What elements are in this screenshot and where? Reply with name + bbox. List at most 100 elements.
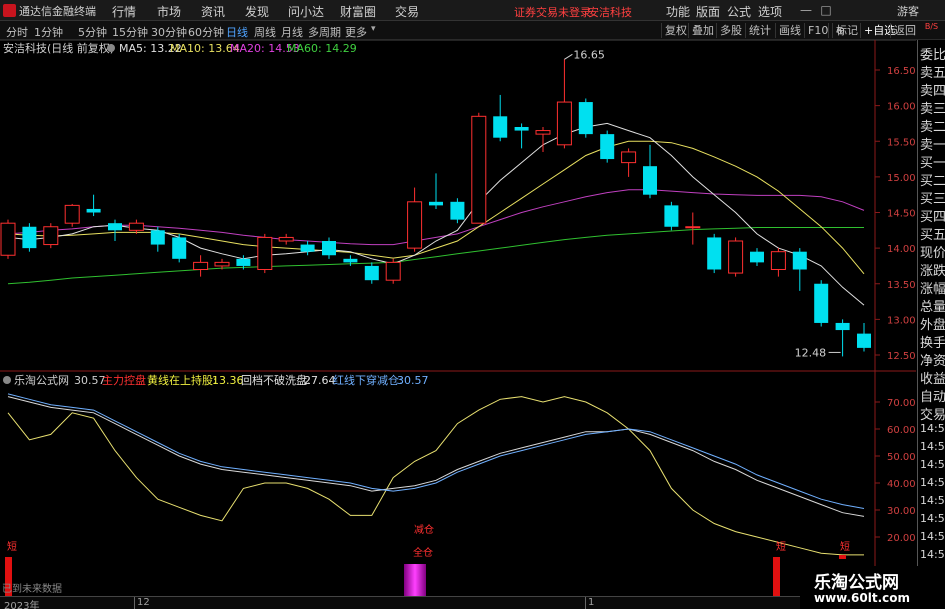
back-button[interactable]: 返回 [890, 23, 919, 38]
chart-svg[interactable]: 安洁科技(日线 前复权) MA5: 13.22 MA10: 13.64 MA20… [0, 39, 916, 596]
sidebar-item: 涨跌 [920, 264, 945, 279]
candle-body-up [214, 261, 230, 267]
indicator-blue-line [7, 393, 865, 509]
fuquan-button[interactable]: 复权 [661, 23, 690, 38]
period-30min[interactable]: 30分钟 [151, 24, 187, 40]
trade-login-notice[interactable]: 证券交易未登录 [514, 4, 591, 20]
sidebar-item: 14:56 [920, 422, 945, 435]
period-daily[interactable]: 日线 [226, 24, 248, 40]
candle-body-up [407, 201, 423, 249]
menu-zixun[interactable]: 资讯 [201, 3, 225, 20]
price-tick-label: 12.50 [887, 351, 916, 362]
period-weekly[interactable]: 周线 [254, 24, 276, 40]
candle-body-down [150, 230, 165, 245]
biaoji-button[interactable]: 标记 [832, 23, 861, 38]
candle-body-down [22, 226, 37, 249]
indicator-y-axis: 70.00 60.00 50.00 40.00 30.00 20.00 [875, 398, 916, 544]
menu-bar: 通达信金融终端 行情 市场 资讯 发现 问小达 财富圈 交易 证券交易未登录 安… [0, 0, 945, 21]
menu-shichang[interactable]: 市场 [157, 3, 181, 20]
ma-lines [7, 122, 865, 306]
bs-badge[interactable]: B/S [918, 22, 945, 40]
period-monthly[interactable]: 月线 [281, 24, 303, 40]
indicator-blue-value: 30.57 [397, 374, 429, 387]
huaxian-button[interactable]: 画线 [775, 23, 804, 38]
period-5min[interactable]: 5分钟 [78, 24, 107, 40]
watermark: 乐淘公式网 www.60lt.com [800, 566, 945, 609]
candle-body-down [707, 237, 722, 270]
period-multi[interactable]: 多周期 [308, 24, 341, 40]
guest-label[interactable]: 游客 [897, 3, 919, 19]
sidebar-item: 外盘 [920, 318, 945, 333]
menu-gongshi[interactable]: 公式 [727, 3, 751, 20]
settings-gear-icon[interactable] [107, 44, 115, 52]
sidebar-item: 交易 [920, 408, 945, 423]
menu-faxian[interactable]: 发现 [245, 3, 269, 20]
tongji-button[interactable]: 统计 [745, 23, 774, 38]
price-tick-label: 13.00 [887, 315, 916, 326]
price-tick-label: 15.00 [887, 173, 916, 184]
full-position-bar [404, 564, 426, 596]
duogu-button[interactable]: 多股 [716, 23, 745, 38]
period-1min[interactable]: 1分钟 [34, 24, 63, 40]
candle-body-up [0, 222, 16, 256]
candle-body-down [792, 251, 807, 270]
indicator-tick-label: 40.00 [887, 479, 916, 490]
sidebar-item: 净资 [920, 354, 945, 369]
menu-wenxiaoda[interactable]: 问小达 [288, 3, 324, 20]
period-more[interactable]: 更多 [345, 24, 367, 40]
high-low-labels: 16.65 12.48 [564, 48, 841, 359]
high-arrow [564, 53, 573, 60]
period-15min[interactable]: 15分钟 [112, 24, 148, 40]
sidebar-item: 换手 [920, 336, 945, 351]
menu-hangqing[interactable]: 行情 [112, 3, 136, 20]
indicator-tick-label: 60.00 [887, 425, 916, 436]
menu-gongneng[interactable]: 功能 [666, 3, 690, 20]
indicator-settings-icon[interactable] [3, 376, 11, 384]
minimize-icon[interactable]: — [798, 2, 814, 18]
candle-body-down [450, 201, 465, 220]
date-year-label: 2023年 [4, 601, 40, 609]
candle-body-down [857, 333, 871, 348]
date-axis: 2023年 12 1 [0, 596, 916, 609]
candle-body-down [343, 258, 358, 263]
menu-banmian[interactable]: 版面 [696, 3, 720, 20]
date-month-12: 12 [137, 597, 150, 608]
sidebar-item: 14:56 [920, 458, 945, 471]
candle-body-up [621, 151, 637, 164]
sidebar-item: 自动 [920, 390, 945, 405]
candle-body-down [493, 116, 508, 138]
price-y-axis: 16.50 16.00 15.50 15.00 14.50 14.00 13.50 13.00… [875, 66, 916, 362]
sidebar-item: 卖四 [920, 84, 945, 99]
candle-body-up [770, 251, 786, 270]
price-header: 安洁科技(日线 前复权) MA5: 13.22 MA10: 13.64 MA20… [3, 41, 357, 55]
price-tick-label: 15.50 [887, 137, 916, 148]
diejia-button[interactable]: 叠加 [688, 23, 717, 38]
more-chevron-icon[interactable]: ▾ [371, 24, 376, 34]
period-60min[interactable]: 60分钟 [188, 24, 224, 40]
period-fenshi[interactable]: 分时 [6, 24, 28, 40]
sidebar-item: 买三 [920, 192, 945, 207]
date-tick-1 [134, 597, 135, 609]
menu-jiaoyi[interactable]: 交易 [395, 3, 419, 20]
price-tick-label: 16.50 [887, 66, 916, 77]
sidebar-item: 收益 [920, 372, 945, 387]
price-tick-label: 14.50 [887, 209, 916, 220]
indicator-value: 30.57 [74, 374, 106, 387]
candle-body-down [429, 201, 443, 206]
candle-body-down [364, 265, 379, 281]
short-signal-bar-3 [839, 555, 846, 559]
sidebar-item: 买四 [920, 210, 945, 225]
candle-body-down [835, 322, 850, 331]
chart-area[interactable]: 安洁科技(日线 前复权) MA5: 13.22 MA10: 13.64 MA20… [0, 39, 916, 596]
current-stock-name: 安洁科技 [588, 6, 632, 19]
menu-xuanxiang[interactable]: 选项 [758, 3, 782, 20]
signal-reduce: 减仓 [414, 523, 434, 536]
candlesticks[interactable] [0, 59, 871, 357]
maximize-icon[interactable]: □ [818, 2, 834, 18]
signal-short-2: 短 [776, 540, 786, 553]
candle-body-down [86, 208, 101, 213]
menu-caifuquan[interactable]: 财富圈 [340, 3, 376, 20]
indicator-header: 乐淘公式网 30.57 主力控盘 黄线在上持股: 13.36 回档不破洗盘: 2… [3, 373, 429, 387]
indicator-yellow-label: 黄线在上持股: [147, 373, 217, 387]
candle-body-up [556, 101, 572, 146]
